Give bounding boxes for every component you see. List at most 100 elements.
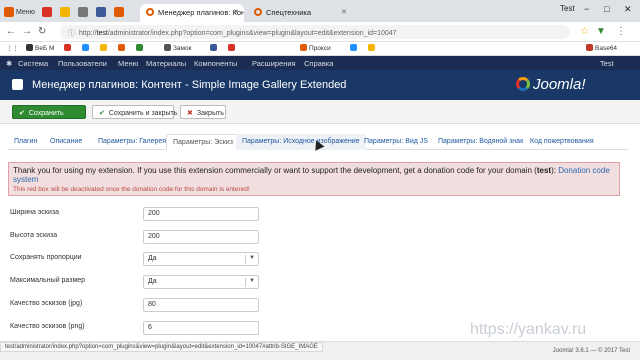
- close-icon: ✖: [187, 110, 193, 117]
- thumb-height-input[interactable]: 200: [143, 230, 259, 244]
- thumb-width-input[interactable]: 200: [143, 207, 259, 221]
- tab-donation-code[interactable]: Код пожертвования: [524, 134, 600, 150]
- pinned-tab-icon[interactable]: [96, 7, 106, 17]
- menu-help[interactable]: Справка: [304, 59, 333, 68]
- jpg-quality-input[interactable]: 80: [143, 298, 259, 312]
- bookmark-icon: [100, 44, 107, 51]
- thumb-height-label: Высота эскиза: [10, 232, 58, 239]
- keep-ratio-label: Сохранять пропорции: [10, 254, 82, 261]
- bookmark-item[interactable]: [228, 44, 237, 52]
- bookmark-icon: [82, 44, 89, 51]
- close-label: Закрыть: [196, 110, 224, 117]
- apps-icon[interactable]: ⋮⋮: [6, 44, 19, 52]
- menu-icon[interactable]: ⋮: [616, 26, 626, 37]
- tab-thumbnail[interactable]: Параметры: Эскиз: [166, 134, 240, 150]
- address-input[interactable]: ⓘ http://test/administrator/index.php?opt…: [60, 25, 570, 39]
- joomla-logo-icon[interactable]: ✱: [6, 59, 12, 68]
- bookmark-icon: [136, 44, 143, 51]
- bookmark-item[interactable]: [136, 44, 145, 52]
- check-icon: ✔: [99, 110, 105, 117]
- back-icon[interactable]: ←: [6, 26, 16, 37]
- url-scheme: http://: [79, 30, 97, 37]
- max-size-select[interactable]: Да ▼: [143, 275, 259, 289]
- bookmark-label: Base64: [595, 45, 618, 52]
- bookmark-icon: [368, 44, 375, 51]
- menu-system[interactable]: Система: [18, 59, 48, 68]
- browser-tab[interactable]: Спецтехника ✕: [248, 4, 352, 22]
- close-button[interactable]: ✖ Закрыть: [180, 105, 226, 119]
- max-size-value: Да: [148, 278, 157, 285]
- forward-icon[interactable]: →: [22, 26, 32, 37]
- pinned-tab-icon[interactable]: [114, 7, 124, 17]
- bookmark-item[interactable]: Замок: [164, 44, 191, 52]
- pinned-tab-label[interactable]: Меню: [16, 9, 35, 16]
- notice-domain: test: [536, 166, 552, 175]
- tab-close-icon[interactable]: ✕: [341, 8, 347, 16]
- tab-js-view[interactable]: Параметры: Вид JS: [358, 134, 434, 150]
- pinned-tab-icon[interactable]: [78, 7, 88, 17]
- bookmark-item[interactable]: ВеБ М: [26, 44, 54, 52]
- bookmark-icon: [586, 44, 593, 51]
- bookmark-item[interactable]: [64, 44, 73, 52]
- bookmark-icon: [350, 44, 357, 51]
- tab-close-icon[interactable]: ✕: [233, 8, 239, 16]
- bookmark-label: ВеБ М: [35, 45, 55, 52]
- toolbar: ✔ Сохранить ✔ Сохранить и закрыть ✖ Закрыть: [0, 100, 640, 124]
- tab-description[interactable]: Описание: [44, 134, 88, 150]
- site-favicon-icon: [254, 8, 262, 16]
- png-quality-label: Качество эскизов (png): [10, 323, 85, 330]
- bookmark-icon: [228, 44, 235, 51]
- minimize-icon[interactable]: −: [584, 4, 589, 14]
- info-icon[interactable]: ⓘ: [68, 30, 75, 37]
- extension-icon[interactable]: ▼: [596, 26, 606, 37]
- bookmark-item[interactable]: [368, 44, 377, 52]
- bookmark-icon: [118, 44, 125, 51]
- check-icon: ✔: [19, 110, 25, 117]
- user-menu[interactable]: Test: [600, 59, 614, 68]
- pinned-tab-icon[interactable]: [4, 7, 14, 17]
- bookmark-item[interactable]: [350, 44, 359, 52]
- tab-watermark[interactable]: Параметры: Водяной знак: [432, 134, 529, 150]
- browser-tab-label: Спецтехника: [266, 8, 311, 17]
- browser-tabstrip: Меню Менеджер плагинов: Кон ✕ Спецтехник…: [0, 0, 640, 22]
- png-quality-input[interactable]: 6: [143, 321, 259, 335]
- tab-plugin[interactable]: Плагин: [8, 134, 43, 150]
- lock-icon: [164, 44, 171, 51]
- bookmark-icon: [26, 44, 33, 51]
- menu-extensions[interactable]: Расширения: [252, 59, 296, 68]
- reload-icon[interactable]: ↻: [38, 26, 46, 37]
- close-window-icon[interactable]: ✕: [624, 4, 632, 15]
- tab-gallery[interactable]: Параметры: Галерея: [92, 134, 172, 150]
- save-close-button[interactable]: ✔ Сохранить и закрыть: [92, 105, 177, 119]
- bookmark-label: Замок: [173, 45, 192, 52]
- pinned-tab-icon[interactable]: [42, 7, 52, 17]
- bookmark-item[interactable]: [100, 44, 109, 52]
- page-header: Менеджер плагинов: Контент - Simple Imag…: [0, 70, 640, 100]
- window-user-label[interactable]: Test: [560, 4, 575, 13]
- bookmark-item[interactable]: Прокси: [300, 44, 331, 52]
- bookmark-item[interactable]: Base64: [586, 44, 617, 52]
- max-size-label: Максимальный размер: [10, 277, 86, 284]
- star-icon[interactable]: ☆: [580, 26, 589, 37]
- keep-ratio-select[interactable]: Да ▼: [143, 252, 259, 266]
- bookmark-icon: [210, 44, 217, 51]
- menu-users[interactable]: Пользователи: [58, 59, 107, 68]
- address-bar-row: ← → ↻ ⓘ http://test/administrator/index.p…: [0, 22, 640, 42]
- browser-tab-active[interactable]: Менеджер плагинов: Кон ✕: [140, 4, 244, 22]
- notice-text-part: Thank you for using my extension. If you…: [13, 166, 537, 175]
- joomla-logo: Joomla!: [516, 76, 586, 93]
- maximize-icon[interactable]: □: [604, 4, 609, 14]
- select-divider: [245, 278, 246, 287]
- tab-source-image[interactable]: Параметры: Исходное изображение: [236, 134, 366, 150]
- menu-menus[interactable]: Меню: [118, 59, 138, 68]
- menu-components[interactable]: Компоненты: [194, 59, 237, 68]
- save-button[interactable]: ✔ Сохранить: [12, 105, 86, 119]
- pinned-tab-icon[interactable]: [60, 7, 70, 17]
- menu-content[interactable]: Материалы: [146, 59, 186, 68]
- joomla-footer: Joomla! 3.6.1 — © 2017 Test: [552, 348, 630, 354]
- bookmark-item[interactable]: [82, 44, 91, 52]
- bookmark-item[interactable]: [210, 44, 219, 52]
- jpg-quality-label: Качество эскизов (jpg): [10, 300, 83, 307]
- puzzle-icon: [12, 79, 23, 90]
- bookmark-item[interactable]: [118, 44, 127, 52]
